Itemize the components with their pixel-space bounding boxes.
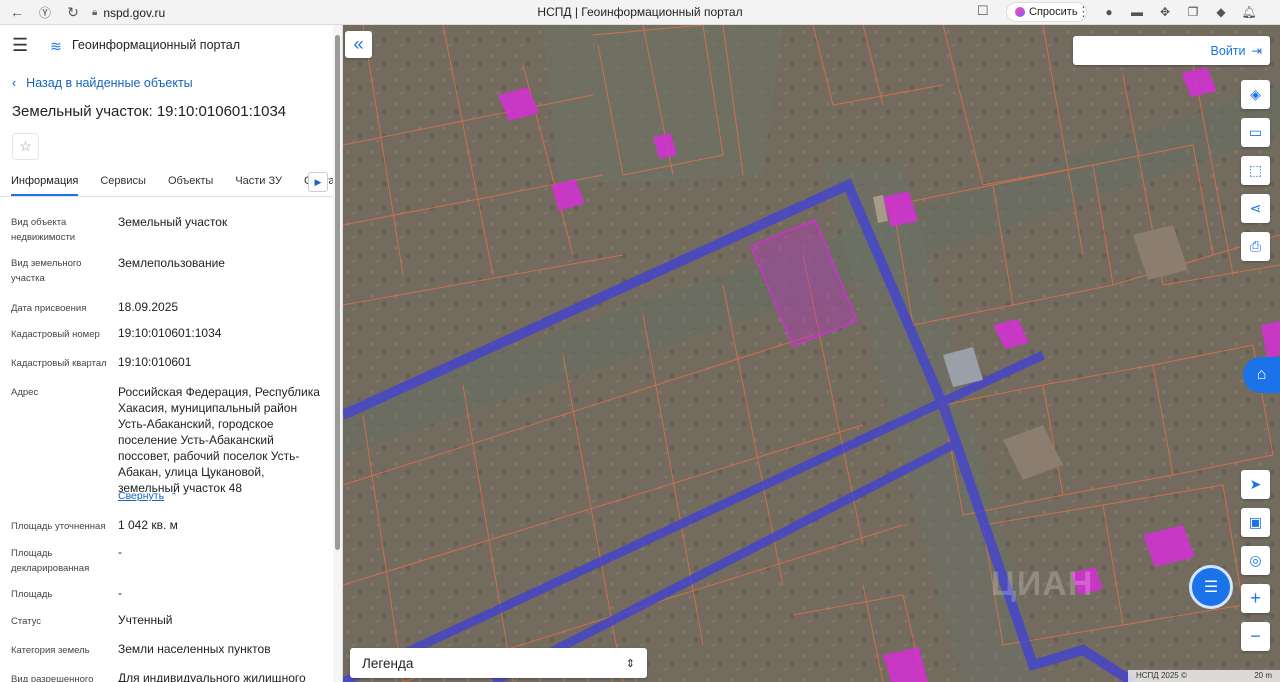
prop-label: Площадь декларированная bbox=[11, 548, 90, 574]
info-panel: ☰ ≋ Геоинформационный портал ‹ Назад в н… bbox=[0, 25, 343, 682]
more-menu-icon[interactable]: ⋮ bbox=[1077, 4, 1090, 20]
zoom-in-icon[interactable]: + bbox=[1241, 584, 1270, 613]
print-icon[interactable]: ⎙ bbox=[1241, 232, 1270, 261]
prop-value: 1 042 кв. м bbox=[118, 518, 178, 532]
prop-value: 19:10:010601:1034 bbox=[118, 326, 222, 340]
prop-value: - bbox=[118, 545, 122, 559]
select-area-icon[interactable]: ⬚ bbox=[1241, 156, 1270, 185]
back-link-label: Назад в найденные объекты bbox=[26, 76, 193, 90]
minimap-icon[interactable]: ▣ bbox=[1241, 508, 1270, 537]
panel-header: ☰ ≋ Геоинформационный портал bbox=[0, 25, 342, 65]
prop-label: Вид земельного участка bbox=[11, 258, 82, 284]
prop-label: Площадь bbox=[11, 589, 53, 600]
chevron-left-icon: ‹ bbox=[12, 76, 17, 90]
url-text: nspd.gov.ru bbox=[103, 5, 166, 20]
browser-logo-icon[interactable]: Ⓨ bbox=[34, 1, 56, 23]
scrollbar-thumb[interactable] bbox=[335, 35, 340, 550]
map-imagery bbox=[343, 25, 1280, 682]
bookmark-icon[interactable]: ☐ bbox=[977, 3, 989, 19]
tabs-scroll-right-icon[interactable]: ▶ bbox=[308, 172, 328, 192]
reload-icon[interactable]: ↻ bbox=[62, 1, 84, 23]
expand-arrows-icon: ⇕ bbox=[625, 657, 635, 670]
extension-color-icon[interactable]: ◆ bbox=[1212, 3, 1230, 21]
extension-icons: ● ▬ ✥ ❐ ◆ 🔔︎ bbox=[1100, 3, 1258, 21]
collections-icon[interactable]: ❐ bbox=[1184, 3, 1202, 21]
prop-value: 19:10:010601 bbox=[118, 355, 192, 369]
browser-toolbar: ← Ⓨ ↻ 🔒︎ nspd.gov.ru НСПД | Геоинформаци… bbox=[0, 0, 1280, 25]
assistant-tab-icon[interactable]: ⌂ bbox=[1243, 357, 1280, 393]
map-view[interactable]: « Войти ⇥ ◈ ▭ ⬚ ⋖ ⎙ ⌂ ➤ ▣ ◎ + − ☰ ЦИАН Л… bbox=[343, 25, 1280, 682]
scale-label: 20 m bbox=[1254, 671, 1272, 680]
prop-label: Адрес bbox=[11, 387, 39, 398]
prop-value: Учтенный bbox=[118, 613, 173, 627]
layers-icon[interactable]: ◈ bbox=[1241, 80, 1270, 109]
chevron-up-icon: ⌃ bbox=[170, 491, 178, 501]
menu-icon[interactable]: ☰ bbox=[12, 35, 34, 56]
share-icon[interactable]: ⋖ bbox=[1241, 194, 1270, 223]
prop-value: Земельный участок bbox=[118, 215, 228, 229]
prop-label: Статус bbox=[11, 616, 42, 627]
collapse-panel-icon[interactable]: « bbox=[345, 31, 372, 58]
back-arrow-icon[interactable]: ← bbox=[6, 1, 28, 23]
prop-value: Землепользование bbox=[118, 256, 225, 270]
back-to-results-link[interactable]: ‹ Назад в найденные объекты bbox=[12, 76, 193, 90]
zoom-out-icon[interactable]: − bbox=[1241, 622, 1270, 651]
login-icon: ⇥ bbox=[1251, 44, 1262, 58]
login-label: Войти bbox=[1210, 43, 1246, 58]
panel-scrollbar[interactable] bbox=[333, 25, 342, 682]
login-button[interactable]: Войти ⇥ bbox=[1073, 36, 1270, 65]
chat-icon[interactable]: ☰ bbox=[1189, 565, 1233, 609]
collapse-address-link[interactable]: Свернуть ⌃ bbox=[118, 490, 178, 502]
puzzle-icon[interactable]: ✥ bbox=[1156, 3, 1174, 21]
geotag-icon[interactable]: ◎ bbox=[1241, 546, 1270, 575]
prop-label: Дата присвоения bbox=[11, 303, 87, 314]
page-title: Земельный участок: 19:10:010601:1034 bbox=[12, 103, 287, 120]
dirt-area bbox=[543, 25, 783, 185]
portal-title: Геоинформационный портал bbox=[72, 38, 241, 52]
prop-label: Вид разрешенного bbox=[11, 674, 94, 682]
ask-label: Спросить bbox=[1029, 6, 1078, 18]
prop-value: 18.09.2025 bbox=[118, 300, 179, 314]
tab-services[interactable]: Сервисы bbox=[100, 171, 146, 196]
lock-icon: 🔒︎ bbox=[92, 7, 98, 18]
notifications-icon[interactable]: 🔔︎ bbox=[1240, 3, 1258, 21]
scale-bar: НСПД 2025 © 20 m bbox=[1128, 670, 1280, 682]
tab-parts[interactable]: Части ЗУ bbox=[235, 171, 282, 196]
extension-avatar-icon[interactable]: ● bbox=[1100, 3, 1118, 21]
prop-value: Для индивидуального жилищного bbox=[118, 671, 306, 682]
prop-label: Площадь уточненная bbox=[11, 521, 106, 532]
extension-cap-icon[interactable]: ▬ bbox=[1128, 3, 1146, 21]
tab-objects[interactable]: Объекты bbox=[168, 171, 213, 196]
prop-label: Кадастровый номер bbox=[11, 329, 100, 340]
prop-value: - bbox=[118, 586, 122, 600]
tab-info[interactable]: Информация bbox=[11, 171, 79, 196]
watermark-logo: ЦИАН bbox=[991, 565, 1094, 603]
address-bar[interactable]: 🔒︎ nspd.gov.ru bbox=[92, 2, 998, 23]
collapse-label: Свернуть bbox=[118, 490, 165, 502]
prop-value: Земли населенных пунктов bbox=[118, 642, 271, 656]
legend-label: Легенда bbox=[362, 655, 414, 671]
prop-label: Вид объекта недвижимости bbox=[11, 217, 76, 243]
attribution-text: НСПД 2025 © bbox=[1136, 671, 1187, 680]
favorite-star-icon[interactable]: ☆ bbox=[12, 133, 39, 160]
locate-icon[interactable]: ➤ bbox=[1241, 470, 1270, 499]
prop-label: Категория земель bbox=[11, 645, 90, 656]
ask-button[interactable]: Спросить bbox=[1006, 2, 1087, 22]
ruler-icon[interactable]: ▭ bbox=[1241, 118, 1270, 147]
legend-dropdown[interactable]: Легенда ⇕ bbox=[350, 648, 647, 678]
prop-value: Российская Федерация, Республика Хакасия… bbox=[118, 385, 320, 495]
tab-bar: Информация Сервисы Объекты Части ЗУ Сост… bbox=[0, 171, 335, 197]
prop-label: Кадастровый квартал bbox=[11, 358, 107, 369]
ask-icon bbox=[1015, 7, 1025, 17]
portal-logo-icon: ≋ bbox=[50, 38, 62, 54]
